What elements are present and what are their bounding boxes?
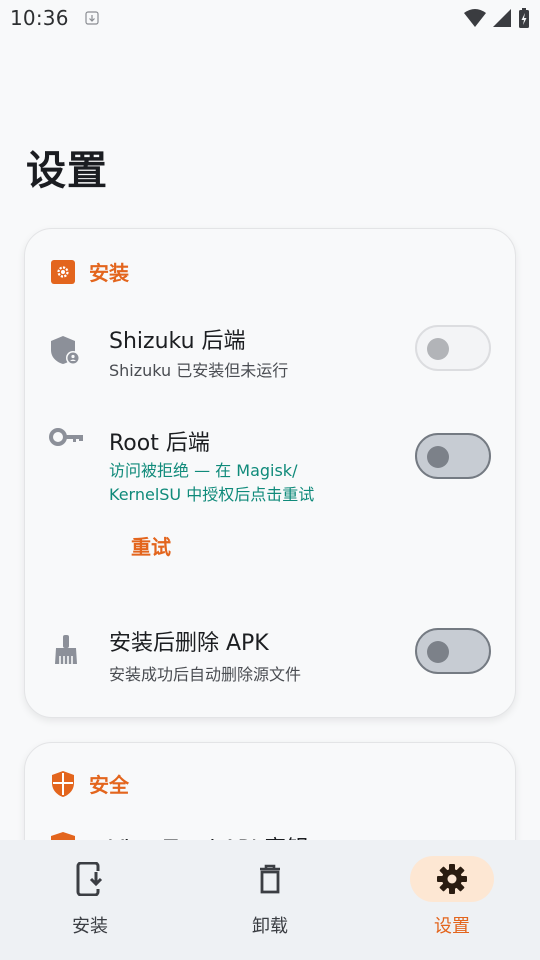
nav-settings-label: 设置 [434,916,470,937]
nav-install-icon-container [48,856,132,902]
retry-button[interactable]: 重试 [131,531,171,560]
notification-app-icon [85,11,99,25]
toggle-knob [427,641,449,663]
status-time: 10:36 [10,6,69,30]
toggle-knob [427,446,449,468]
delete-apk-title: 安装后删除 APK [109,631,269,656]
security-section-label: 安全 [89,773,129,797]
nav-uninstall-icon-container [228,856,312,902]
shizuku-backend-title: Shizuku 后端 [109,329,246,354]
nav-uninstall-label: 卸载 [252,916,288,937]
shizuku-backend-toggle[interactable] [415,325,491,371]
shield-icon [52,770,74,797]
trash-icon [260,864,280,894]
install-settings-card: 安装 Shizuku 后端 Shizuku 已安装但未运行 Root 后端 访问… [24,228,516,718]
root-backend-title: Root 后端 [109,431,210,456]
battery-charging-icon [519,8,529,28]
gear-icon [437,864,467,894]
nav-settings[interactable]: 设置 [362,840,540,960]
nav-install-label: 安装 [72,916,108,937]
nav-uninstall[interactable]: 卸载 [180,840,360,960]
status-bar: 10:36 [0,0,540,36]
cell-signal-icon [493,9,511,27]
page-title: 设置 [26,148,108,194]
root-backend-toggle[interactable] [415,433,491,479]
wifi-icon [464,9,486,27]
phone-download-icon [76,862,105,896]
install-section-label: 安装 [89,261,129,285]
settings-box-icon [51,259,75,284]
broom-icon [55,635,77,664]
root-backend-error: 访问被拒绝 — 在 Magisk/ KernelSU 中授权后点击重试 [109,461,315,504]
shield-user-icon [51,336,80,365]
shizuku-backend-subtitle: Shizuku 已安装但未运行 [109,361,289,380]
delete-apk-toggle[interactable] [415,628,491,674]
delete-apk-subtitle: 安装成功后自动删除源文件 [109,665,302,684]
install-section-header: 安装 [51,257,129,286]
toggle-knob [427,338,449,360]
security-section-header: 安全 [51,769,129,798]
nav-install[interactable]: 安装 [0,840,180,960]
system-icons [464,7,530,29]
nav-settings-icon-container [410,856,494,902]
key-icon [49,428,83,446]
bottom-navigation: 安装 卸载 设置 [0,840,540,960]
